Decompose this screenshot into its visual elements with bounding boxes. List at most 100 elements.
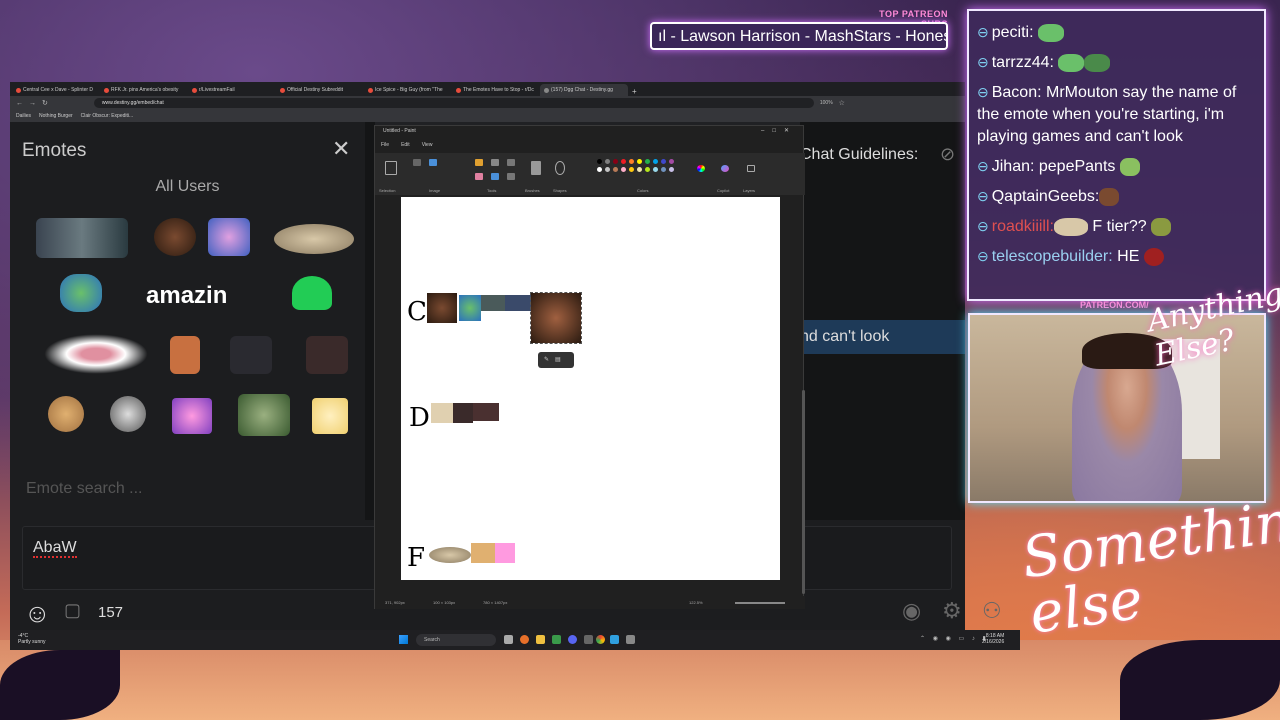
chrome-icon[interactable] (596, 635, 605, 644)
emote[interactable] (60, 274, 102, 312)
app-icon[interactable] (552, 635, 561, 644)
resize-icon[interactable] (429, 159, 437, 166)
color-swatch[interactable] (645, 167, 650, 172)
emote[interactable] (170, 336, 200, 374)
browser-tab-active[interactable]: (157) Dgg Chat - Destiny.gg (540, 84, 628, 96)
color-swatch[interactable] (613, 167, 618, 172)
emote-amazon[interactable]: amazin (146, 282, 227, 310)
emote[interactable] (36, 218, 128, 258)
color-swatch[interactable] (645, 159, 650, 164)
emote-search-input[interactable]: Emote search ... (26, 480, 143, 498)
color-swatch[interactable] (605, 159, 610, 164)
zoom-slider[interactable] (735, 602, 785, 604)
copilot-icon[interactable] (721, 165, 729, 172)
canvas-scrollbar[interactable] (802, 390, 805, 594)
color-swatch[interactable] (669, 159, 674, 164)
start-button[interactable] (399, 635, 408, 644)
reload-icon[interactable]: ↻ (42, 99, 48, 107)
text-icon[interactable] (507, 159, 515, 166)
browser-tab[interactable]: Ice Spice - Big Guy (from "The (364, 84, 452, 96)
color-swatch[interactable] (653, 167, 658, 172)
magnifier-icon[interactable] (507, 173, 515, 180)
forward-icon[interactable]: → (29, 100, 36, 107)
canvas-emote-selected[interactable] (530, 292, 582, 344)
bookmark-item[interactable]: Dailies (16, 113, 31, 119)
emote[interactable] (48, 396, 84, 432)
selection-tool-icon[interactable] (385, 161, 397, 175)
emote[interactable] (172, 398, 212, 434)
selection-toolbar[interactable]: ✎▤ (538, 352, 574, 368)
pencil-icon[interactable] (475, 159, 483, 166)
back-icon[interactable]: ← (16, 100, 23, 107)
color-swatch[interactable] (621, 159, 626, 164)
status-zoom[interactable]: 122.5% (689, 600, 703, 605)
color-wheel-icon[interactable] (697, 165, 705, 172)
emote[interactable] (306, 336, 348, 374)
picker-icon[interactable] (491, 173, 499, 180)
menu-edit[interactable]: Edit (401, 142, 410, 148)
crop-icon[interactable] (413, 159, 421, 166)
color-swatch[interactable] (637, 159, 642, 164)
emote[interactable] (274, 224, 354, 254)
new-tab-button[interactable]: + (628, 87, 641, 96)
emote[interactable] (154, 218, 196, 256)
brush-icon[interactable] (531, 161, 541, 175)
taskbar-clock[interactable]: 8:18 AM 2/16/2026 (982, 633, 1004, 645)
browser-tab[interactable]: Central Cee x Dave - Splinter D (12, 84, 100, 96)
weather-widget[interactable]: -4°C Partly sunny (18, 633, 46, 645)
color-swatch[interactable] (597, 167, 602, 172)
emote[interactable] (44, 334, 148, 374)
window-controls[interactable]: –□✕ (761, 127, 797, 134)
browser-tab[interactable]: r/LivestreamFail (188, 84, 276, 96)
menu-file[interactable]: File (381, 142, 389, 148)
bookmark-item[interactable]: Nothing Burger (39, 113, 73, 119)
color-swatch[interactable] (629, 167, 634, 172)
whisper-icon[interactable]: ▢ (64, 600, 81, 621)
emote[interactable] (230, 336, 272, 374)
color-swatch[interactable] (661, 167, 666, 172)
color-swatch[interactable] (661, 159, 666, 164)
settings-gear-icon[interactable]: ⚙ (942, 598, 962, 624)
paint-canvas[interactable]: C ✎▤ D F (401, 197, 780, 580)
emote[interactable] (110, 396, 146, 432)
browser-tab[interactable]: RFK Jr. pins America's obesity (100, 84, 188, 96)
eraser-icon[interactable] (475, 173, 483, 180)
color-swatch[interactable] (629, 159, 634, 164)
color-swatch[interactable] (653, 159, 658, 164)
app-icon[interactable] (626, 635, 635, 644)
bookmark-item[interactable]: Clair Obscur: Expediti... (81, 113, 134, 119)
shapes-icon[interactable] (555, 161, 565, 175)
color-swatch[interactable] (637, 167, 642, 172)
task-view-icon[interactable] (504, 635, 513, 644)
file-explorer-icon[interactable] (536, 635, 545, 644)
emote[interactable] (238, 394, 290, 436)
fill-icon[interactable] (491, 159, 499, 166)
emote-menu-icon[interactable]: ☺ (24, 598, 51, 629)
color-swatch[interactable] (597, 159, 602, 164)
hide-icon[interactable]: ⊘ (940, 144, 955, 165)
eye-icon[interactable]: ◉ (902, 598, 921, 624)
url-field[interactable]: www.destiny.gg/embed/chat (93, 98, 814, 108)
color-swatch[interactable] (621, 167, 626, 172)
taskbar-search[interactable]: Search (416, 634, 496, 646)
star-icon[interactable]: ☆ (839, 99, 845, 107)
emote[interactable] (208, 218, 250, 256)
app-icon[interactable] (584, 635, 593, 644)
close-icon[interactable]: ✕ (332, 136, 350, 162)
browser-tab[interactable]: The Emotes Have to Stop - r/Dc (452, 84, 540, 96)
firefox-icon[interactable] (520, 635, 529, 644)
emote[interactable] (312, 398, 348, 434)
zoom-level[interactable]: 100% (820, 100, 833, 106)
color-swatch[interactable] (669, 167, 674, 172)
browser-tab[interactable]: Official Destiny Subreddit (276, 84, 364, 96)
color-swatch[interactable] (605, 167, 610, 172)
emote[interactable] (292, 276, 332, 310)
layers-icon[interactable] (747, 165, 755, 172)
system-tray[interactable]: ⌃ ◉ ◉ ▭ ♪ ▮ (920, 635, 989, 642)
menu-view[interactable]: View (422, 142, 433, 148)
paint-icon[interactable] (610, 635, 619, 644)
users-icon[interactable]: ⚇ (982, 598, 1002, 624)
color-swatch[interactable] (613, 159, 618, 164)
discord-icon[interactable] (568, 635, 577, 644)
ribbon-group-label: Brushes (525, 188, 540, 193)
